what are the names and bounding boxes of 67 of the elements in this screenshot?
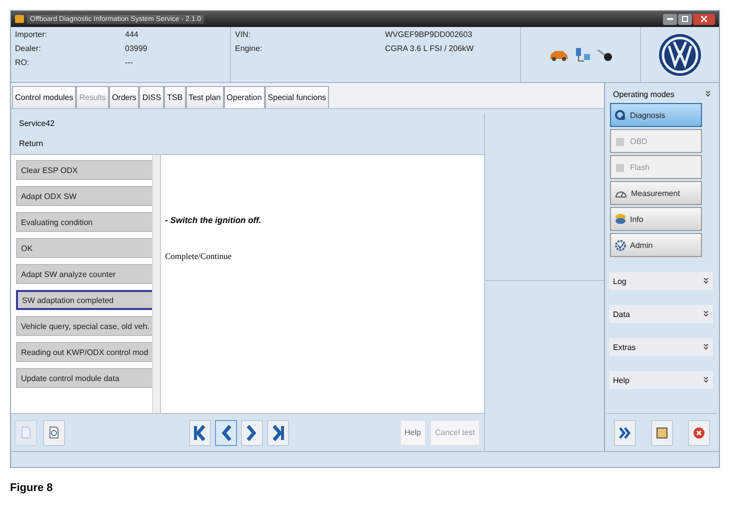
next-button[interactable] <box>241 420 263 446</box>
brand-logo <box>658 32 702 76</box>
chevron-left-icon <box>219 424 233 440</box>
car-icon[interactable] <box>548 48 568 60</box>
mode-button[interactable]: Admin <box>610 233 702 257</box>
double-chevron-icon <box>703 377 709 383</box>
field-label: VIN: <box>235 30 252 39</box>
tab[interactable]: Control modules <box>12 86 76 108</box>
figure-caption: Figure 8 <box>10 482 54 494</box>
scrollbar[interactable] <box>152 155 160 413</box>
field-value: 03999 <box>125 44 148 53</box>
tab[interactable]: Test plan <box>186 86 224 108</box>
tab[interactable]: DISS <box>139 86 164 108</box>
section-header[interactable]: Log <box>609 272 713 290</box>
double-chevron-icon <box>705 91 711 97</box>
instruction-text: - Switch the ignition off. <box>165 215 262 225</box>
field-value: CGRA 3.6 L FSI / 206kW <box>385 44 475 53</box>
tab[interactable]: Operation <box>224 86 265 108</box>
section-header[interactable]: Data <box>609 305 713 323</box>
previous-button[interactable] <box>215 420 237 446</box>
first-button[interactable] <box>189 420 211 446</box>
stack-icon <box>615 213 626 225</box>
close-button[interactable] <box>693 14 715 24</box>
field-value: WVGEF9BP9DD002603 <box>385 30 474 39</box>
field-label: Engine: <box>235 44 264 53</box>
section-header[interactable]: Help <box>609 371 713 389</box>
maximize-button[interactable] <box>678 14 692 24</box>
section-header[interactable]: Extras <box>609 338 713 356</box>
double-chevron-right-icon <box>619 426 632 438</box>
panel-header[interactable]: Operating modes <box>607 87 717 101</box>
exit-button[interactable] <box>688 420 710 446</box>
forward-button[interactable] <box>614 420 636 446</box>
network-icon[interactable] <box>574 46 590 62</box>
mode-button[interactable]: Measurement <box>610 181 702 205</box>
screenshot-button[interactable] <box>650 420 673 446</box>
tab[interactable]: TSB <box>164 86 186 108</box>
chevron-right-icon <box>245 424 259 440</box>
skip-forward-icon <box>271 424 285 440</box>
field-value: 444 <box>125 30 140 39</box>
frame-icon <box>656 426 668 438</box>
tab[interactable]: Orders <box>108 86 140 108</box>
minimize-button[interactable] <box>663 14 677 24</box>
toolbar-button[interactable]: Help <box>400 420 426 446</box>
field-label: RO: <box>15 58 30 67</box>
document-icon <box>21 426 31 439</box>
continue-link[interactable]: Complete/Continue <box>165 251 480 261</box>
minimize-icon <box>667 18 673 20</box>
breadcrumb-link[interactable]: Service42 <box>19 118 476 128</box>
close-icon <box>701 16 707 22</box>
mode-button[interactable]: Info <box>610 207 702 231</box>
app-icon <box>15 15 24 23</box>
field-value: --- <box>125 58 134 67</box>
last-button[interactable] <box>267 420 289 446</box>
skip-back-icon <box>193 424 207 440</box>
document-search-button[interactable] <box>43 420 65 446</box>
double-chevron-icon <box>703 344 709 350</box>
double-chevron-icon <box>703 278 709 284</box>
field-label: Importer: <box>15 30 48 39</box>
maximize-icon <box>682 16 688 22</box>
document-search-icon <box>49 426 59 439</box>
close-circle-icon <box>692 426 705 438</box>
gear-icon <box>615 240 626 250</box>
mode-button[interactable]: Diagnosis <box>610 103 702 127</box>
tab[interactable]: Special funcions <box>264 86 330 108</box>
field-label: Dealer: <box>15 44 42 53</box>
double-chevron-icon <box>703 311 709 317</box>
breadcrumb-link[interactable]: Return <box>19 139 476 148</box>
